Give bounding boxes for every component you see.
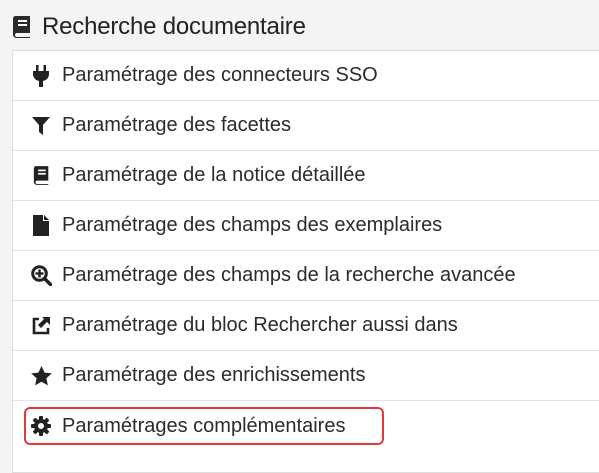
filter-icon: [30, 115, 52, 137]
external-link-icon: [30, 315, 52, 337]
list-item-label: Paramétrage des champs des exemplaires: [62, 214, 443, 236]
list-item-sso-connectors[interactable]: Paramétrage des connecteurs SSO: [13, 51, 599, 101]
list-item-additional-settings[interactable]: Paramétrages complémentaires: [13, 401, 599, 451]
gear-icon: [30, 415, 52, 437]
list-item-enrichments[interactable]: Paramétrage des enrichissements: [13, 351, 599, 401]
list-item-label: Paramétrage des champs de la recherche a…: [62, 264, 516, 286]
settings-list: Paramétrage des connecteurs SSO Paramétr…: [12, 50, 599, 473]
file-icon: [30, 215, 52, 237]
list-item-label: Paramétrage du bloc Rechercher aussi dan…: [62, 314, 458, 336]
book-icon: [12, 14, 34, 40]
search-plus-icon: [30, 265, 52, 287]
plug-icon: [30, 64, 52, 87]
star-icon: [30, 365, 52, 387]
list-item-label: Paramétrage des connecteurs SSO: [62, 64, 378, 86]
list-item-label: Paramétrage des enrichissements: [62, 364, 366, 386]
list-item-search-also-block[interactable]: Paramétrage du bloc Rechercher aussi dan…: [13, 301, 599, 351]
list-item-facets[interactable]: Paramétrage des facettes: [13, 101, 599, 151]
page-title: Recherche documentaire: [42, 13, 306, 40]
list-item-label: Paramétrage de la notice détaillée: [62, 164, 366, 186]
list-item-copy-fields[interactable]: Paramétrage des champs des exemplaires: [13, 201, 599, 251]
list-item-detailed-record[interactable]: Paramétrage de la notice détaillée: [13, 151, 599, 201]
list-item-label: Paramétrages complémentaires: [62, 414, 346, 437]
list-item-advanced-search-fields[interactable]: Paramétrage des champs de la recherche a…: [13, 251, 599, 301]
list-item-label: Paramétrage des facettes: [62, 114, 292, 136]
book-icon: [30, 165, 52, 187]
panel-header: Recherche documentaire: [12, 10, 306, 44]
